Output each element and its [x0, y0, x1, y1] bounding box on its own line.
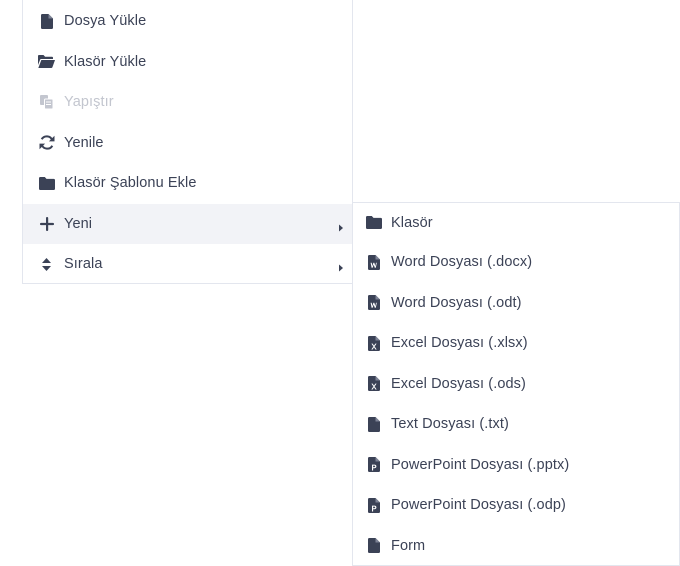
paste-icon — [38, 94, 55, 111]
submenu-item-excel-xlsx[interactable]: Excel Dosyası (.xlsx) — [353, 323, 679, 364]
refresh-icon — [38, 134, 55, 151]
submenu-item-text-txt[interactable]: Text Dosyası (.txt) — [353, 404, 679, 445]
submenu-item-folder[interactable]: Klasör — [353, 203, 679, 242]
word-file-icon — [365, 254, 382, 271]
context-menu: Dosya Yükle Klasör Yükle Yapıştır Yenile… — [22, 0, 353, 284]
powerpoint-file-icon — [365, 456, 382, 473]
submenu-item-label: Form — [391, 537, 426, 554]
submenu-item-label: Word Dosyası (.docx) — [391, 254, 533, 271]
plus-icon — [38, 215, 55, 232]
menu-item-add-folder-template[interactable]: Klasör Şablonu Ekle — [23, 163, 352, 204]
submenu-item-excel-ods[interactable]: Excel Dosyası (.ods) — [353, 364, 679, 405]
submenu-item-label: Excel Dosyası (.ods) — [391, 375, 526, 392]
excel-file-icon — [365, 335, 382, 352]
file-icon — [38, 13, 55, 30]
menu-item-paste: Yapıştır — [23, 82, 352, 123]
menu-item-upload-file[interactable]: Dosya Yükle — [23, 1, 352, 42]
folder-icon — [38, 175, 55, 192]
submenu-item-label: Word Dosyası (.odt) — [391, 294, 522, 311]
menu-item-label: Klasör Şablonu Ekle — [64, 175, 197, 192]
menu-item-refresh[interactable]: Yenile — [23, 123, 352, 164]
menu-item-upload-folder[interactable]: Klasör Yükle — [23, 42, 352, 83]
folder-open-icon — [38, 53, 55, 70]
excel-file-icon — [365, 375, 382, 392]
menu-item-sort[interactable]: Sırala — [23, 244, 352, 285]
submenu-item-form[interactable]: Form — [353, 526, 679, 566]
submenu-item-label: PowerPoint Dosyası (.odp) — [391, 497, 566, 514]
submenu-item-label: PowerPoint Dosyası (.pptx) — [391, 456, 570, 473]
word-file-icon — [365, 294, 382, 311]
menu-item-label: Yeni — [64, 215, 93, 232]
file-icon — [365, 537, 382, 554]
folder-icon — [365, 214, 382, 231]
menu-item-label: Sırala — [64, 256, 103, 273]
submenu-item-word-odt[interactable]: Word Dosyası (.odt) — [353, 283, 679, 324]
submenu-item-word-docx[interactable]: Word Dosyası (.docx) — [353, 242, 679, 283]
file-icon — [365, 416, 382, 433]
chevron-right-icon — [338, 260, 344, 272]
menu-item-new[interactable]: Yeni — [23, 203, 352, 244]
submenu-item-powerpoint-odp[interactable]: PowerPoint Dosyası (.odp) — [353, 485, 679, 526]
submenu-item-label: Klasör — [391, 214, 433, 231]
chevron-right-icon — [338, 220, 344, 232]
menu-item-label: Klasör Yükle — [64, 53, 147, 70]
submenu-item-label: Excel Dosyası (.xlsx) — [391, 335, 528, 352]
menu-item-label: Yapıştır — [64, 94, 114, 111]
menu-item-label: Yenile — [64, 134, 104, 151]
powerpoint-file-icon — [365, 497, 382, 514]
new-submenu: Klasör Word Dosyası (.docx) Word Dosyası… — [352, 202, 680, 566]
submenu-item-label: Text Dosyası (.txt) — [391, 416, 509, 433]
submenu-item-powerpoint-pptx[interactable]: PowerPoint Dosyası (.pptx) — [353, 445, 679, 486]
sort-icon — [38, 256, 55, 273]
menu-item-label: Dosya Yükle — [64, 13, 147, 30]
